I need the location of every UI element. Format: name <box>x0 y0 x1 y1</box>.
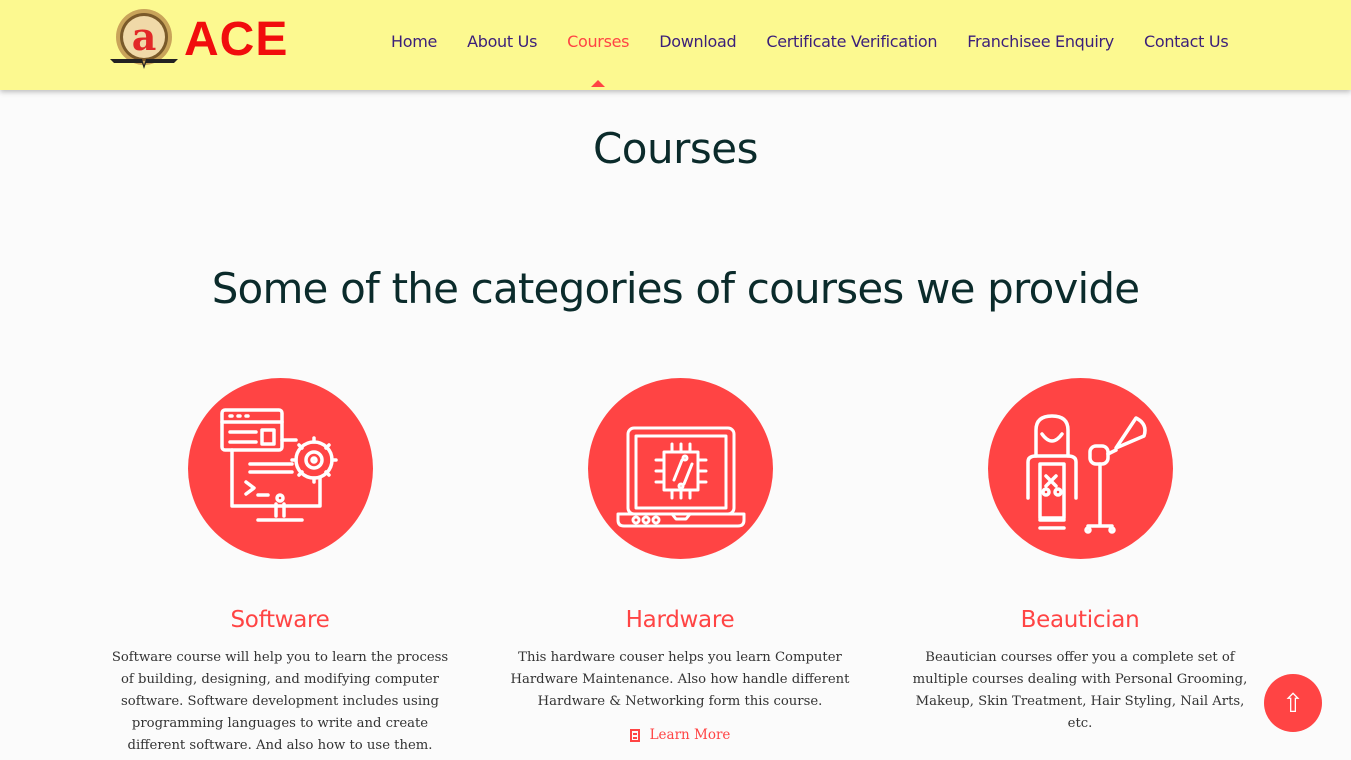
nav-franchisee-enquiry[interactable]: Franchisee Enquiry <box>967 32 1114 51</box>
software-development-icon <box>187 378 373 559</box>
course-title-hardware: Hardware <box>625 607 735 633</box>
beautician-icon <box>987 378 1173 559</box>
nav-contact-us[interactable]: Contact Us <box>1144 32 1229 51</box>
main-nav: Home About Us Courses Download Certifica… <box>391 32 1258 51</box>
document-icon <box>629 728 640 742</box>
course-title-beautician: Beautician <box>1020 607 1140 633</box>
course-card-hardware: Hardware This hardware couser helps you … <box>500 378 860 746</box>
nav-home[interactable]: Home <box>391 32 437 51</box>
course-card-software: Software Software course will help you t… <box>100 378 460 757</box>
nav-download[interactable]: Download <box>659 32 736 51</box>
site-header: a ACE Home About Us Courses Download Cer… <box>0 0 1351 90</box>
learn-more-link-hardware[interactable]: Learn More <box>629 727 731 743</box>
logo-emblem-letter: a <box>132 14 157 59</box>
logo-emblem-icon: a <box>106 7 182 73</box>
nav-courses[interactable]: Courses <box>567 32 629 51</box>
course-description-beautician: Beautician courses offer you a complete … <box>912 650 1248 731</box>
arrow-up-icon: ⇧ <box>1282 687 1304 718</box>
nav-about-us[interactable]: About Us <box>467 32 537 51</box>
page-title: Courses <box>592 124 759 173</box>
course-card-beautician: Beautician Beautician courses offer you … <box>900 378 1260 735</box>
course-description-software: Software course will help you to learn t… <box>111 650 449 753</box>
learn-more-label: Learn More <box>649 727 731 743</box>
site-logo[interactable]: a ACE <box>106 7 296 73</box>
course-title-software: Software <box>230 607 330 633</box>
section-title: Some of the categories of courses we pro… <box>211 264 1140 313</box>
scroll-to-top-button[interactable]: ⇧ <box>1264 674 1322 732</box>
course-description-hardware: This hardware couser helps you learn Com… <box>510 650 850 709</box>
logo-text: ACE <box>184 13 289 66</box>
nav-certificate-verification[interactable]: Certificate Verification <box>766 32 937 51</box>
laptop-chip-icon <box>587 378 773 559</box>
